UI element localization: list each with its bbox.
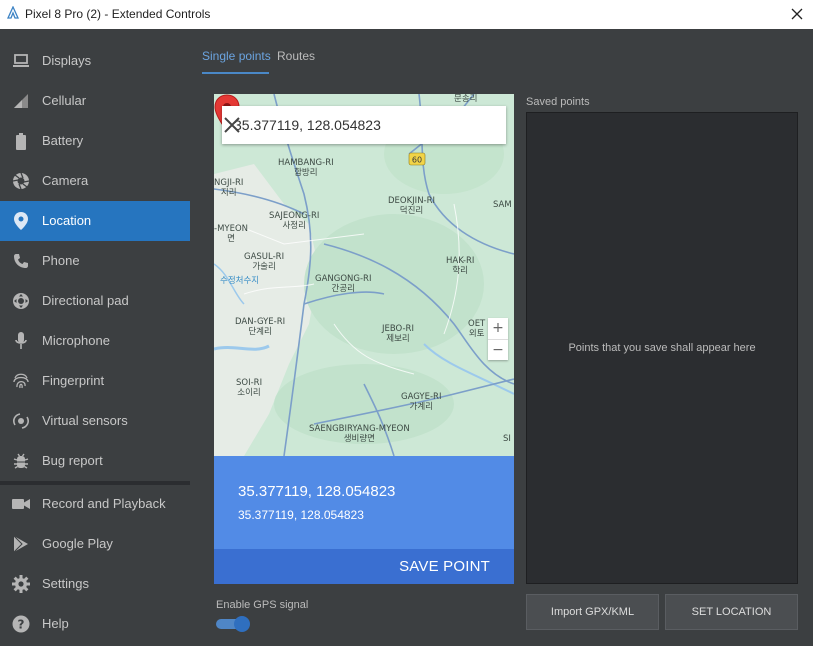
map-place-label: GASUL-RI 가술리: [244, 252, 285, 272]
map-place-label: DAN-GYE-RI 단계리: [235, 317, 286, 337]
microphone-icon: [12, 332, 30, 350]
saved-points-empty-message: Points that you save shall appear here: [568, 342, 756, 354]
sidebar-item-label: Cellular: [42, 93, 87, 108]
road-badge: 60: [412, 156, 422, 165]
sidebar-item-label: Camera: [42, 173, 89, 188]
tab-routes[interactable]: Routes: [277, 49, 315, 63]
sidebar-item-label: Virtual sensors: [42, 413, 128, 428]
map-place-label: SAM: [493, 200, 512, 210]
dpad-icon: [12, 292, 30, 310]
sidebar-item-phone[interactable]: Phone: [0, 241, 190, 281]
sidebar-item-label: Help: [42, 616, 69, 631]
gps-toggle-label: Enable GPS signal: [216, 599, 309, 611]
bug-icon: [12, 452, 30, 470]
sidebar-item-fingerprint[interactable]: Fingerprint: [0, 361, 190, 401]
zoom-out-button[interactable]: −: [488, 339, 508, 360]
sidebar-item-label: Microphone: [42, 333, 110, 348]
map-place-label: NGJI-RI 지리: [214, 178, 244, 198]
map-place-label: HAK-RI 학리: [446, 256, 475, 276]
sidebar-item-help[interactable]: ? Help: [0, 604, 190, 644]
title-bar: Pixel 8 Pro (2) - Extended Controls: [0, 0, 813, 29]
active-tab-indicator: [202, 72, 269, 74]
map-place-label: GAGYE-RI 가계리: [401, 392, 442, 412]
map-place-label: SAENGBIRYANG-MYEON 생비량면: [309, 424, 410, 444]
sidebar-item-record-and-playback[interactable]: Record and Playback: [0, 484, 190, 524]
clear-search-icon[interactable]: [222, 115, 242, 135]
display-icon: [12, 52, 30, 70]
zoom-in-button[interactable]: +: [488, 318, 508, 339]
sidebar-item-label: Location: [42, 213, 92, 228]
sidebar-item-settings[interactable]: Settings: [0, 564, 190, 604]
gear-icon: [12, 575, 30, 593]
sidebar-item-label: Directional pad: [42, 293, 129, 308]
toggle-knob: [234, 616, 250, 632]
location-panel: Single points Routes 60 문송리 HAMBANG-RI 함…: [190, 29, 813, 646]
map-place-label: SI: [503, 434, 511, 444]
sidebar-item-label: Settings: [42, 576, 89, 591]
map-place-label: JEBO-RI 제보리: [382, 324, 414, 344]
emulator-app-icon: [6, 6, 20, 19]
set-location-button[interactable]: SET LOCATION: [665, 594, 798, 630]
camera-icon: [12, 172, 30, 190]
sidebar-item-label: Battery: [42, 133, 84, 148]
help-icon: ?: [12, 615, 30, 633]
sidebar-item-label: Record and Playback: [42, 496, 166, 511]
map-place-label: 수정처수지: [220, 276, 260, 286]
sidebar: Displays Cellular Battery Camera Locatio…: [0, 29, 190, 646]
map-place-label: -MYEON 면: [214, 224, 249, 244]
window-title: Pixel 8 Pro (2) - Extended Controls: [25, 7, 211, 21]
close-icon: [791, 8, 803, 20]
map-search-box[interactable]: 35.377119, 128.054823: [222, 106, 506, 144]
map-place-label: SOI-RI 소이리: [236, 378, 263, 398]
signal-icon: [12, 92, 30, 110]
saved-points-list[interactable]: Points that you save shall appear here: [526, 112, 798, 584]
sidebar-item-label: Displays: [42, 53, 92, 68]
location-subtitle: 35.377119, 128.054823: [238, 508, 364, 522]
map-place-label: GANGONG-RI 간공리: [315, 274, 372, 294]
map-place-label: DEOKJIN-RI 덕진리: [388, 196, 436, 216]
selected-location-panel: 35.377119, 128.054823 35.377119, 128.054…: [214, 456, 514, 549]
saved-points-label: Saved points: [526, 96, 590, 108]
phone-icon: [12, 252, 30, 270]
play-icon: [12, 535, 30, 553]
battery-icon: [12, 132, 30, 150]
fingerprint-icon: [12, 372, 30, 390]
location-title: 35.377119, 128.054823: [238, 483, 396, 500]
sidebar-item-displays[interactable]: Displays: [0, 41, 190, 81]
map-place-label: OET 외토: [468, 319, 486, 339]
import-gpx-kml-button[interactable]: Import GPX/KML: [526, 594, 659, 630]
map-place-label: 문송리: [454, 94, 478, 104]
sidebar-item-label: Google Play: [42, 536, 113, 551]
sidebar-item-label: Fingerprint: [42, 373, 105, 388]
sidebar-item-label: Bug report: [42, 453, 103, 468]
sidebar-item-directional-pad[interactable]: Directional pad: [0, 281, 190, 321]
sidebar-item-location[interactable]: Location: [0, 201, 190, 241]
location-pin-icon: [12, 212, 30, 230]
save-point-button[interactable]: SAVE POINT: [214, 549, 514, 584]
sidebar-item-bug-report[interactable]: Bug report: [0, 441, 190, 481]
map-place-label: SAJEONG-RI 사정리: [269, 211, 320, 231]
sidebar-item-google-play[interactable]: Google Play: [0, 524, 190, 564]
sidebar-item-camera[interactable]: Camera: [0, 161, 190, 201]
map-zoom-control: + −: [488, 318, 508, 360]
sidebar-item-cellular[interactable]: Cellular: [0, 81, 190, 121]
gps-toggle[interactable]: [214, 616, 250, 632]
map-place-label: HAMBANG-RI 함방리: [278, 158, 334, 178]
video-icon: [12, 495, 30, 513]
sidebar-item-battery[interactable]: Battery: [0, 121, 190, 161]
sidebar-item-virtual-sensors[interactable]: Virtual sensors: [0, 401, 190, 441]
sidebar-item-microphone[interactable]: Microphone: [0, 321, 190, 361]
map-view[interactable]: 60 문송리 HAMBANG-RI 함방리 NGJI-RI 지리 DEOKJIN-R…: [214, 94, 514, 456]
svg-text:?: ?: [18, 618, 25, 632]
close-window-button[interactable]: [787, 4, 807, 24]
tab-single-points[interactable]: Single points: [202, 49, 271, 63]
search-input[interactable]: 35.377119, 128.054823: [234, 117, 381, 133]
sidebar-item-label: Phone: [42, 253, 80, 268]
save-point-label: SAVE POINT: [399, 558, 490, 575]
sensors-icon: [12, 412, 30, 430]
